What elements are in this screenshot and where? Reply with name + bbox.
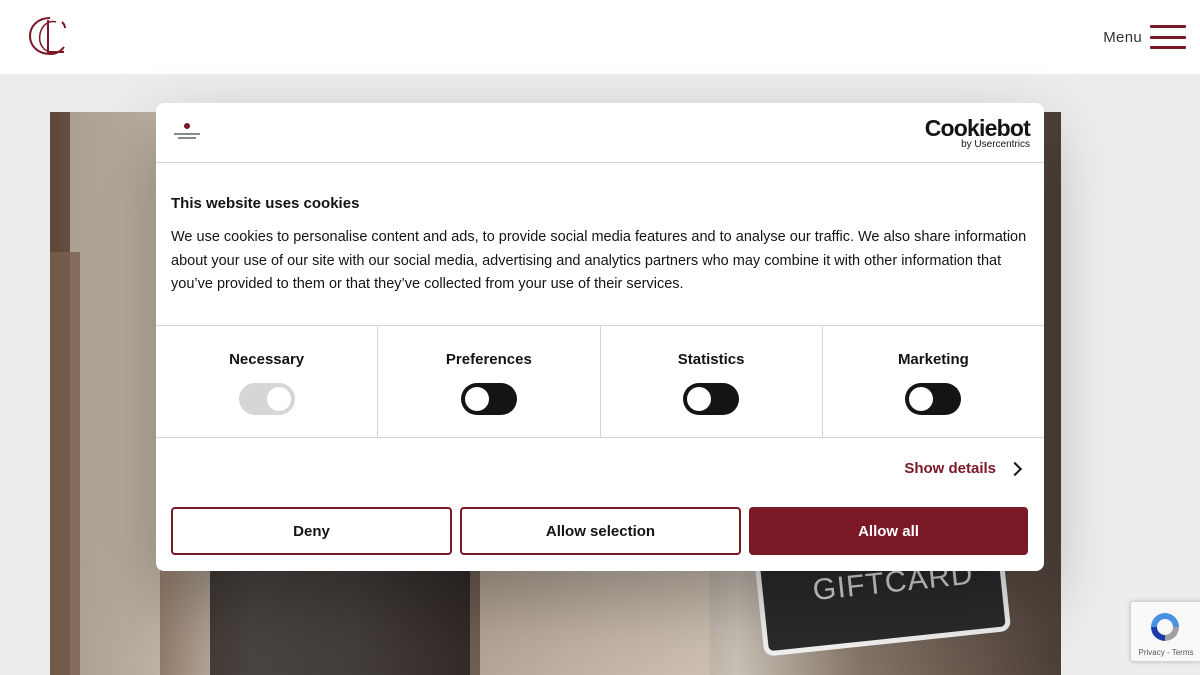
- menu-button[interactable]: Menu: [1103, 22, 1186, 52]
- dialog-header: Cookiebot by Usercentrics: [156, 103, 1044, 163]
- show-details-label: Show details: [904, 460, 996, 477]
- cl-monogram-logo[interactable]: [28, 14, 70, 58]
- cookiebot-wordmark: Cookiebot: [924, 115, 1031, 141]
- recaptcha-terms[interactable]: Privacy - Terms: [1131, 648, 1200, 657]
- cookie-consent-dialog: Cookiebot by Usercentrics This website u…: [156, 103, 1044, 571]
- category-label: Statistics: [677, 351, 745, 368]
- recaptcha-badge[interactable]: Privacy - Terms: [1130, 601, 1200, 662]
- category-label: Marketing: [897, 351, 969, 368]
- churchill-living-logo: [172, 123, 202, 145]
- cookiebot-logo[interactable]: Cookiebot by Usercentrics: [924, 115, 1031, 150]
- consent-buttons: Deny Allow selection Allow all: [171, 507, 1028, 555]
- cookiebot-subtitle: by Usercentrics: [961, 139, 1030, 150]
- deny-button[interactable]: Deny: [171, 507, 452, 555]
- category-necessary: Necessary: [156, 326, 379, 437]
- show-details-link[interactable]: Show details: [904, 460, 1023, 477]
- site-header: Menu: [0, 0, 1200, 74]
- allow-all-button[interactable]: Allow all: [749, 507, 1028, 555]
- necessary-toggle: [238, 383, 295, 415]
- category-label: Preferences: [445, 351, 532, 368]
- cookie-categories: Necessary Preferences Statistics Marketi…: [156, 325, 1044, 438]
- category-label: Necessary: [229, 351, 305, 368]
- category-preferences: Preferences: [378, 326, 601, 437]
- hamburger-icon: [1150, 25, 1186, 49]
- dialog-title: This website uses cookies: [171, 195, 360, 212]
- statistics-toggle[interactable]: [683, 383, 740, 415]
- category-marketing: Marketing: [823, 326, 1044, 437]
- dialog-body: This website uses cookies We use cookies…: [171, 195, 1031, 297]
- marketing-toggle[interactable]: [905, 383, 962, 415]
- recaptcha-icon: [1151, 613, 1179, 641]
- category-statistics: Statistics: [601, 326, 823, 437]
- chevron-right-icon: [1007, 461, 1023, 476]
- dialog-description: We use cookies to personalise content an…: [171, 229, 1027, 292]
- menu-label: Menu: [1103, 28, 1142, 46]
- allow-selection-button[interactable]: Allow selection: [460, 507, 741, 555]
- preferences-toggle[interactable]: [460, 383, 517, 415]
